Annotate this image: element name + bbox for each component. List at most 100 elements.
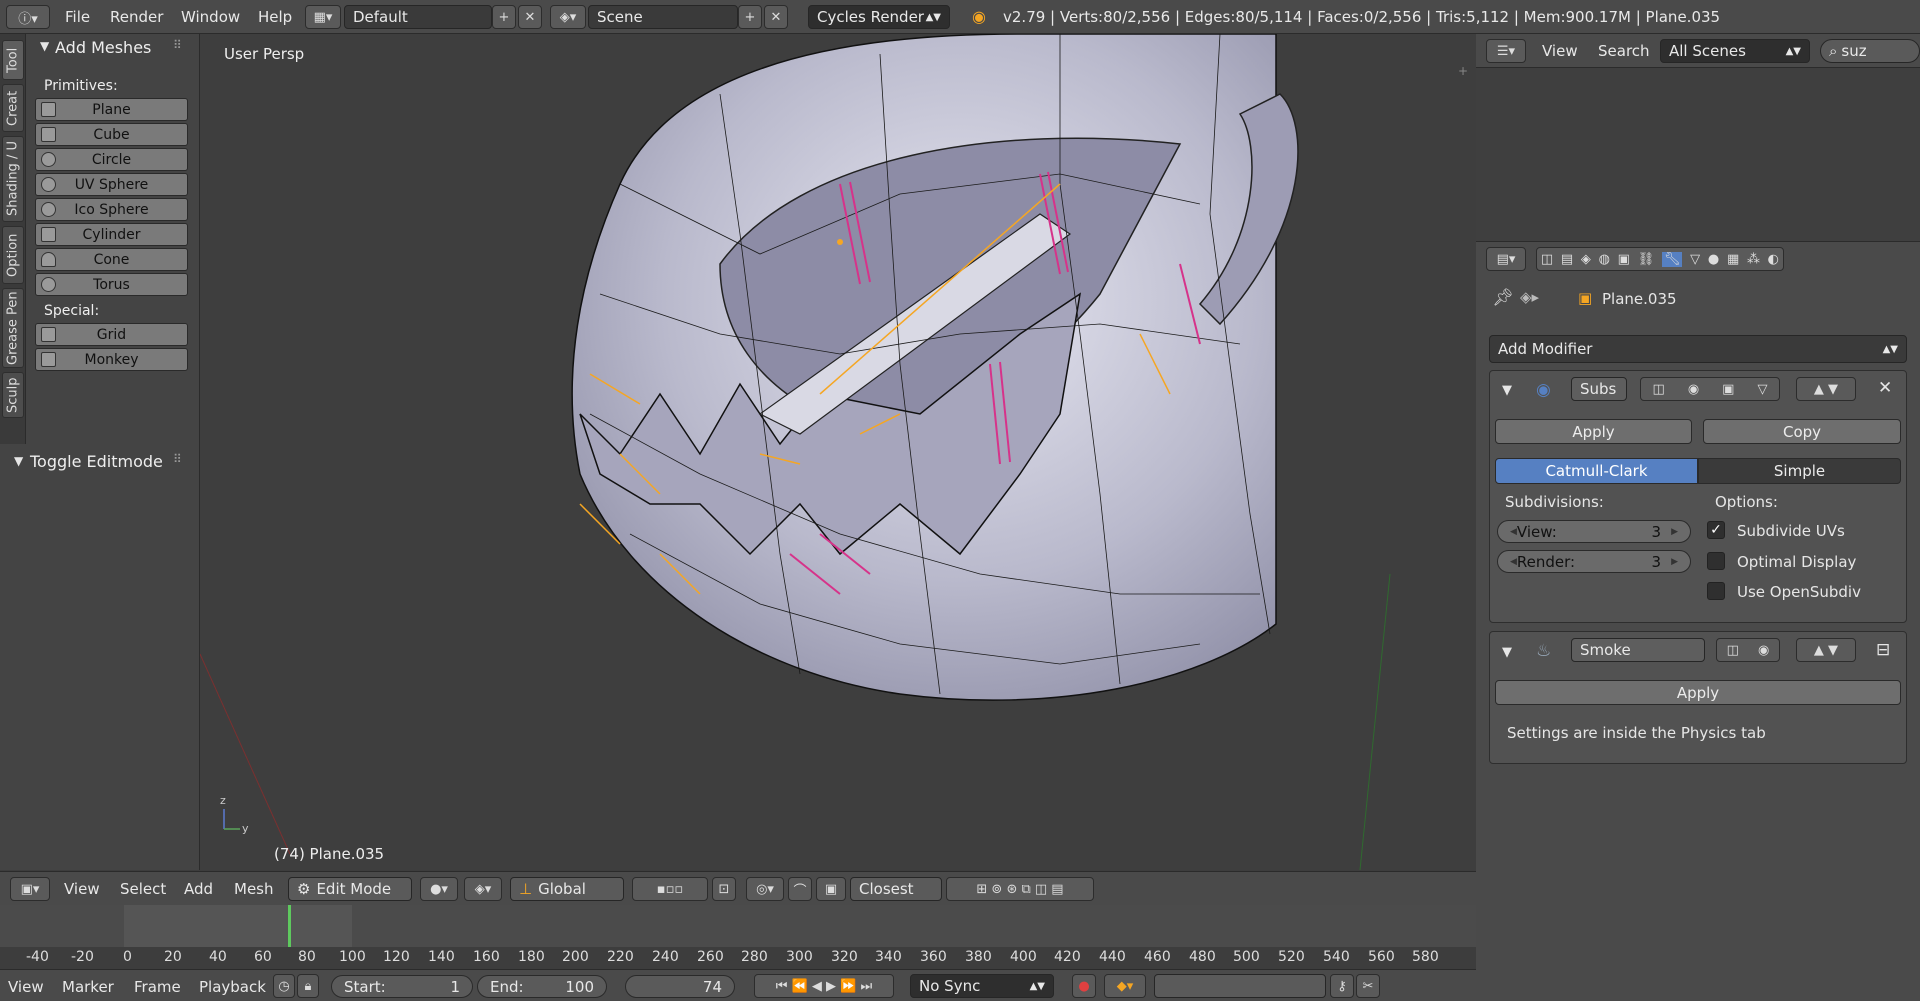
outliner-menu-view[interactable]: View bbox=[1542, 42, 1578, 60]
add-layout-icon[interactable]: + bbox=[492, 5, 516, 29]
outliner-editor-icon[interactable]: ☰▾ bbox=[1486, 39, 1526, 63]
smoke-visibility-toggles[interactable]: ◫ ◉ bbox=[1716, 638, 1780, 662]
constraints-tab-icon[interactable]: ⛓ bbox=[1638, 252, 1655, 267]
add-cylinder-button[interactable]: Cylinder bbox=[35, 223, 188, 246]
collapse-arrow-icon[interactable]: ▼ bbox=[1502, 645, 1512, 660]
smoke-apply-button[interactable]: Apply bbox=[1495, 680, 1901, 705]
lock-icon[interactable]: 🔒︎ bbox=[297, 974, 319, 998]
render-toggle-icon[interactable]: ◫ bbox=[1653, 382, 1665, 397]
subdivide-uvs-checkbox[interactable]: ✓ bbox=[1707, 521, 1725, 539]
add-ico-sphere-button[interactable]: Ico Sphere bbox=[35, 198, 188, 221]
shading-icon[interactable]: ●▾ bbox=[420, 877, 458, 901]
properties-editor-icon[interactable]: ▤▾ bbox=[1486, 247, 1526, 271]
increment-icon[interactable]: ▶ bbox=[1671, 527, 1678, 537]
menu-marker[interactable]: Marker bbox=[62, 978, 114, 996]
add-cone-button[interactable]: Cone bbox=[35, 248, 188, 271]
use-opensubdiv-checkbox[interactable] bbox=[1707, 582, 1725, 600]
viewport-toggle-icon[interactable]: ◉ bbox=[1758, 643, 1769, 658]
tab-tool[interactable]: Tool bbox=[2, 40, 24, 80]
insert-keyframe-icon[interactable]: ⚷ bbox=[1330, 974, 1354, 998]
decrement-icon[interactable]: ◀ bbox=[1510, 557, 1517, 567]
material-tab-icon[interactable]: ● bbox=[1708, 252, 1719, 267]
optimal-display-checkbox[interactable] bbox=[1707, 552, 1725, 570]
delete-keyframe-icon[interactable]: ✂ bbox=[1356, 974, 1380, 998]
data-tab-icon[interactable]: ▽ bbox=[1690, 252, 1700, 267]
tab-grease-pencil[interactable]: Grease Pen bbox=[2, 288, 24, 368]
select-mode-buttons[interactable]: ▪▫▫ bbox=[632, 877, 708, 901]
tab-create[interactable]: Creat bbox=[2, 84, 24, 132]
close-icon[interactable]: ✕ bbox=[1878, 378, 1892, 398]
catmull-clark-toggle[interactable]: Catmull-Clark bbox=[1495, 458, 1698, 484]
increment-icon[interactable]: ▶ bbox=[1671, 557, 1678, 567]
menu-mesh[interactable]: Mesh bbox=[234, 880, 274, 898]
menu-add[interactable]: Add bbox=[184, 880, 213, 898]
toggle-editmode-header[interactable]: Toggle Editmode bbox=[30, 452, 163, 471]
collapse-arrow-icon[interactable]: ▼ bbox=[40, 39, 49, 53]
current-frame-field[interactable]: 74 bbox=[625, 975, 735, 998]
layers-tab-icon[interactable]: ▤ bbox=[1561, 252, 1573, 267]
editor-type-icon[interactable]: ▣▾ bbox=[10, 877, 50, 901]
layout-icon[interactable]: ▦▾ bbox=[305, 5, 341, 29]
add-meshes-header[interactable]: Add Meshes bbox=[55, 38, 151, 57]
pivot-icon[interactable]: ◈▾ bbox=[464, 877, 502, 901]
3d-viewport[interactable]: z y User Persp (74) Plane.035 + bbox=[200, 34, 1476, 870]
outliner-menu-search[interactable]: Search bbox=[1598, 42, 1650, 60]
tab-shading[interactable]: Shading / U bbox=[2, 136, 24, 222]
add-monkey-button[interactable]: Monkey bbox=[35, 348, 188, 371]
scene-icon[interactable]: ◈▾ bbox=[550, 5, 586, 29]
mode-select[interactable]: ⚙ Edit Mode bbox=[288, 877, 412, 901]
add-plane-button[interactable]: Plane bbox=[35, 98, 188, 121]
modifiers-tab-icon[interactable]: 🔧︎ bbox=[1661, 251, 1683, 267]
add-scene-icon[interactable]: + bbox=[738, 5, 762, 29]
menu-help[interactable]: Help bbox=[258, 8, 292, 26]
mesh-render[interactable]: z y bbox=[200, 34, 1476, 870]
editmode-toggle-icon[interactable]: ▣ bbox=[1722, 382, 1734, 397]
snap-target-select[interactable]: Closest bbox=[850, 877, 942, 901]
snap-options-icons[interactable]: ⊞ ⊚ ⊛ ⧉ ◫ ▤ bbox=[946, 877, 1094, 901]
menu-file[interactable]: File bbox=[65, 8, 90, 26]
subsurf-visibility-toggles[interactable]: ◫ ◉ ▣ ▽ bbox=[1640, 377, 1780, 401]
record-icon[interactable]: ● bbox=[1072, 974, 1096, 998]
occlude-icon[interactable]: ⊡ bbox=[712, 877, 736, 901]
decrement-icon[interactable]: ◀ bbox=[1510, 527, 1517, 537]
viewport-toggle-icon[interactable]: ◉ bbox=[1688, 382, 1699, 397]
keying-set-field[interactable] bbox=[1154, 974, 1326, 998]
view-levels-field[interactable]: ◀ View: 3 ▶ bbox=[1497, 520, 1691, 543]
add-cube-button[interactable]: Cube bbox=[35, 123, 188, 146]
subsurf-name-field[interactable]: Subs bbox=[1571, 377, 1627, 401]
menu-view[interactable]: View bbox=[64, 880, 100, 898]
subsurf-apply-button[interactable]: Apply bbox=[1495, 419, 1692, 444]
tab-options[interactable]: Option bbox=[2, 226, 24, 284]
modifier-options-icon[interactable]: ⊟ bbox=[1876, 640, 1890, 660]
add-grid-button[interactable]: Grid bbox=[35, 323, 188, 346]
layout-field[interactable]: Default bbox=[344, 5, 492, 29]
cage-toggle-icon[interactable]: ▽ bbox=[1757, 382, 1767, 397]
orientation-select[interactable]: ⊥ Global bbox=[510, 877, 624, 901]
sync-select[interactable]: No Sync ▲▼ bbox=[910, 974, 1054, 998]
drag-handle-icon[interactable]: ⠿ bbox=[173, 38, 182, 52]
outliner-list[interactable] bbox=[1476, 68, 1920, 241]
object-tab-icon[interactable]: ▣ bbox=[1618, 252, 1630, 267]
info-editor-icon[interactable]: ⓘ▾ bbox=[6, 5, 50, 29]
menu-render[interactable]: Render bbox=[110, 8, 163, 26]
collapse-arrow-icon[interactable]: ▼ bbox=[1502, 383, 1512, 398]
start-frame-field[interactable]: Start: 1 bbox=[331, 975, 473, 998]
subsurf-copy-button[interactable]: Copy bbox=[1703, 419, 1901, 444]
menu-select[interactable]: Select bbox=[120, 880, 166, 898]
render-levels-field[interactable]: ◀ Render: 3 ▶ bbox=[1497, 550, 1691, 573]
keying-icon[interactable]: ◆▾ bbox=[1104, 974, 1146, 998]
tab-sculpt[interactable]: Sculp bbox=[2, 372, 24, 418]
move-up-down-icons[interactable]: ▲ ▼ bbox=[1796, 638, 1856, 662]
add-torus-button[interactable]: Torus bbox=[35, 273, 188, 296]
collapse-arrow-icon[interactable]: ▼ bbox=[14, 454, 23, 468]
current-frame-marker[interactable] bbox=[288, 905, 291, 947]
render-engine-select[interactable]: Cycles Render ▲▼ bbox=[808, 5, 950, 29]
move-up-down-icons[interactable]: ▲ ▼ bbox=[1796, 377, 1856, 401]
menu-frame[interactable]: Frame bbox=[134, 978, 181, 996]
remove-layout-icon[interactable]: ✕ bbox=[518, 5, 542, 29]
particles-tab-icon[interactable]: ⁂ bbox=[1747, 252, 1760, 267]
texture-tab-icon[interactable]: ▦ bbox=[1727, 252, 1739, 267]
add-uv-sphere-button[interactable]: UV Sphere bbox=[35, 173, 188, 196]
proportional-icon[interactable]: ◎▾ bbox=[746, 877, 784, 901]
menu-playback[interactable]: Playback bbox=[199, 978, 266, 996]
